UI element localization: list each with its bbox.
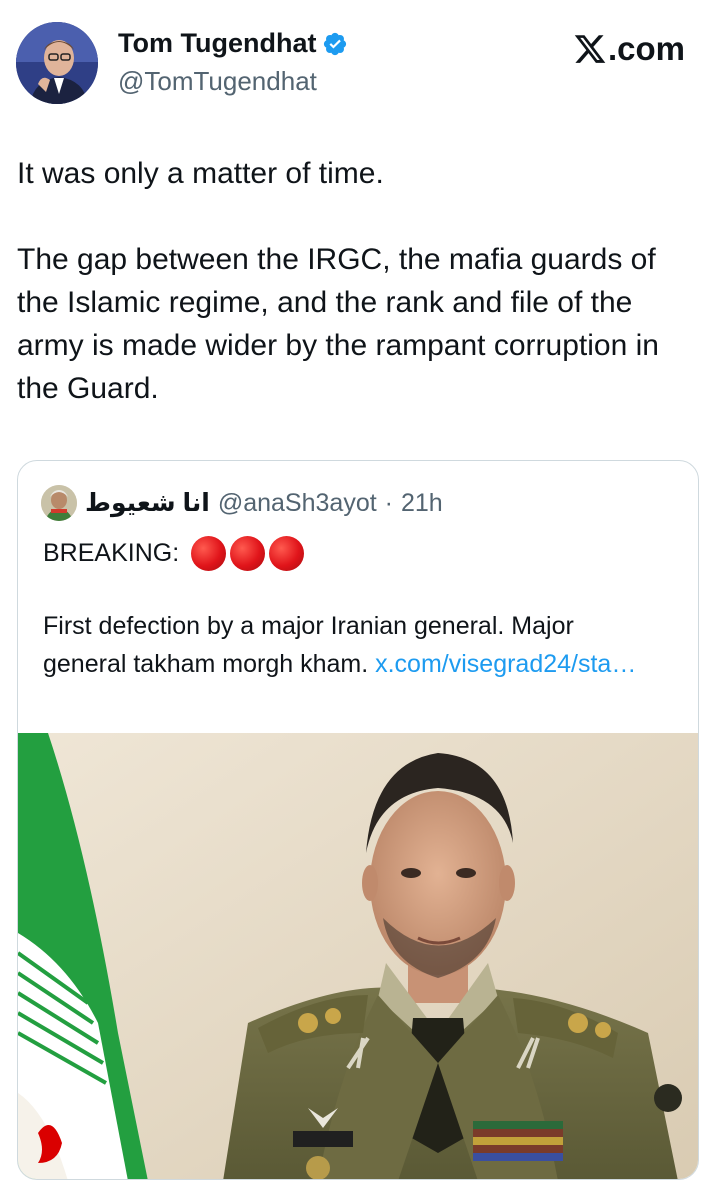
author-name-row: Tom Tugendhat <box>118 28 348 59</box>
quoted-link[interactable]: x.com/visegrad24/sta… <box>375 650 636 678</box>
x-logo-icon <box>574 35 606 63</box>
red-circle-icon <box>230 536 266 571</box>
dot-separator: · <box>384 488 393 517</box>
x-com-text: .com <box>607 30 685 67</box>
x-com-watermark: .com <box>573 30 685 68</box>
quoted-avatar-photo <box>41 485 77 521</box>
breaking-label: BREAKING: <box>43 539 180 567</box>
quoted-author-avatar[interactable] <box>41 485 77 521</box>
red-circle-icon <box>269 536 305 571</box>
breaking-line: BREAKING: <box>43 536 305 571</box>
quoted-tweet-header: انا شعيوط @anaSh3ayot · 21h <box>41 485 443 521</box>
tweet-header: Tom Tugendhat @TomTugendhat .com <box>0 0 715 130</box>
quoted-tweet-text: First defection by a major Iranian gener… <box>43 607 663 683</box>
tweet-paragraph-1: It was only a matter of time. <box>17 157 384 190</box>
quoted-timestamp[interactable]: 21h <box>401 489 443 518</box>
avatar-photo <box>16 22 98 104</box>
tweet-paragraph-2: The gap between the IRGC, the mafia guar… <box>17 243 659 405</box>
quoted-media-image[interactable] <box>18 733 698 1179</box>
tweet-body: It was only a matter of time. The gap be… <box>17 152 697 410</box>
author-avatar[interactable] <box>16 22 98 104</box>
red-circle-icon <box>191 536 227 571</box>
general-portrait-photo <box>18 733 698 1179</box>
verified-badge-icon <box>324 32 347 55</box>
quoted-author-handle[interactable]: @anaSh3ayot <box>218 489 377 518</box>
author-display-name[interactable]: Tom Tugendhat <box>118 28 316 59</box>
quoted-tweet[interactable]: انا شعيوط @anaSh3ayot · 21h BREAKING: Fi… <box>17 460 699 1180</box>
quoted-author-name[interactable]: انا شعيوط <box>85 488 210 518</box>
author-handle[interactable]: @TomTugendhat <box>118 66 317 97</box>
red-circle-emojis <box>191 536 305 571</box>
